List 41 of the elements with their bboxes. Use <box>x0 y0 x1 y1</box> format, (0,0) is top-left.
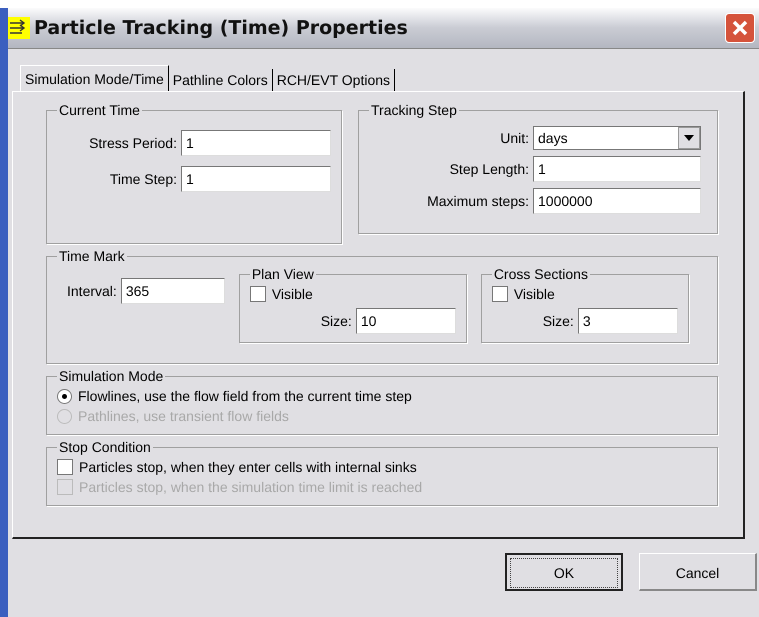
field-label: Time Step: <box>108 171 177 187</box>
unit-dropdown[interactable]: days <box>533 126 701 150</box>
input-field[interactable]: 10 <box>356 308 456 334</box>
close-button[interactable] <box>725 13 755 43</box>
group-title: Stop Condition <box>58 439 152 455</box>
group-title: Current Time <box>58 102 141 118</box>
caret-icon <box>684 135 694 141</box>
input-field[interactable]: 3 <box>578 308 678 334</box>
input-field[interactable]: 365 <box>120 278 225 304</box>
checkbox-label: Particles stop, when they enter cells with internal sinks <box>79 459 417 475</box>
checkbox-label: Particles stop, when the simulation time limit is reached <box>79 479 422 495</box>
field-label: Interval: <box>67 283 117 299</box>
field-label: Step Length: <box>448 161 529 177</box>
checkbox[interactable] <box>250 286 266 302</box>
group-title: Cross Sections <box>492 266 589 282</box>
checkbox[interactable] <box>492 286 508 302</box>
input-field[interactable]: 1 <box>533 156 701 182</box>
input-field[interactable]: 1000000 <box>533 188 701 214</box>
ok-button[interactable]: OK <box>505 553 623 591</box>
arrows-icon <box>8 17 30 39</box>
group-title: Tracking Step <box>370 102 458 118</box>
checkbox-label: Visible <box>272 286 313 302</box>
close-icon <box>730 18 750 38</box>
field-label: Size: <box>542 313 574 329</box>
field-label: Unit: <box>499 130 529 146</box>
cancel-button[interactable]: Cancel <box>639 553 757 591</box>
group-title: Time Mark <box>58 248 126 264</box>
group-title: Simulation Mode <box>58 368 164 384</box>
field-label: Stress Period: <box>88 135 177 151</box>
checkbox[interactable] <box>57 459 73 475</box>
window-title: Particle Tracking (Time) Properties <box>34 17 409 39</box>
radio-label: Flowlines, use the flow field from the current time step <box>78 388 412 404</box>
radio-label: Pathlines, use transient flow fields <box>78 408 289 424</box>
input-field[interactable]: 1 <box>181 130 331 156</box>
checkbox-label: Visible <box>514 286 555 302</box>
input-field[interactable]: 1 <box>181 166 331 192</box>
group-title: Plan View <box>250 266 315 282</box>
radio-button[interactable] <box>57 388 72 404</box>
field-label: Size: <box>320 313 352 329</box>
tab[interactable]: Simulation Mode/Time <box>20 65 169 91</box>
field-label: Maximum steps: <box>426 193 529 209</box>
